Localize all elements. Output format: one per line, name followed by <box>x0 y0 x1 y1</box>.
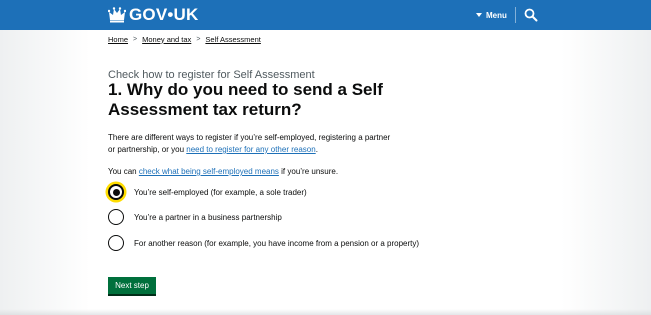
help-paragraph: You can check what being self-employed m… <box>108 166 408 178</box>
radio-option-other-reason[interactable]: For another reason (for example, you hav… <box>108 235 434 251</box>
menu-button[interactable]: Menu <box>476 8 507 22</box>
chevron-down-icon <box>476 13 482 17</box>
breadcrumb-home[interactable]: Home <box>108 35 128 44</box>
radio-label[interactable]: For another reason (for example, you hav… <box>134 235 434 250</box>
radio-dot <box>113 189 120 196</box>
help-text: You can <box>108 167 139 176</box>
breadcrumb-money-and-tax[interactable]: Money and tax <box>142 35 191 44</box>
radio-label[interactable]: You’re self-employed (for example, a sol… <box>134 184 434 199</box>
next-step-button[interactable]: Next step <box>108 277 156 294</box>
logo-text: GOV•UK <box>129 5 199 24</box>
crown-icon <box>108 7 126 23</box>
other-reason-link[interactable]: need to register for any other reason <box>186 145 315 154</box>
breadcrumb-self-assessment[interactable]: Self Assessment <box>205 35 260 44</box>
intro-text-end: . <box>315 145 318 154</box>
search-icon[interactable] <box>524 8 538 22</box>
menu-label: Menu <box>486 10 507 20</box>
radio-option-partner[interactable]: You’re a partner in a business partnersh… <box>108 209 434 225</box>
govuk-logo[interactable]: GOV•UK <box>108 5 199 25</box>
chevron-right-icon: > <box>133 35 138 43</box>
radio-button[interactable] <box>108 209 124 225</box>
chevron-right-icon: > <box>196 35 201 43</box>
help-text-end: if you’re unsure. <box>278 167 339 176</box>
radio-option-self-employed[interactable]: You’re self-employed (for example, a sol… <box>108 184 434 200</box>
radio-button[interactable] <box>108 235 124 251</box>
breadcrumb: Home > Money and tax > Self Assessment <box>108 33 261 45</box>
intro-paragraph: There are different ways to register if … <box>108 132 398 156</box>
radio-label[interactable]: You’re a partner in a business partnersh… <box>134 209 434 224</box>
bottom-shadow <box>0 309 651 315</box>
page-title: 1. Why do you need to send a Self Assess… <box>108 80 383 119</box>
radio-button-checked[interactable] <box>108 184 124 200</box>
header-divider <box>515 7 516 23</box>
self-employed-link[interactable]: check what being self-employed means <box>139 167 279 176</box>
site-header: GOV•UK Menu <box>0 0 651 30</box>
